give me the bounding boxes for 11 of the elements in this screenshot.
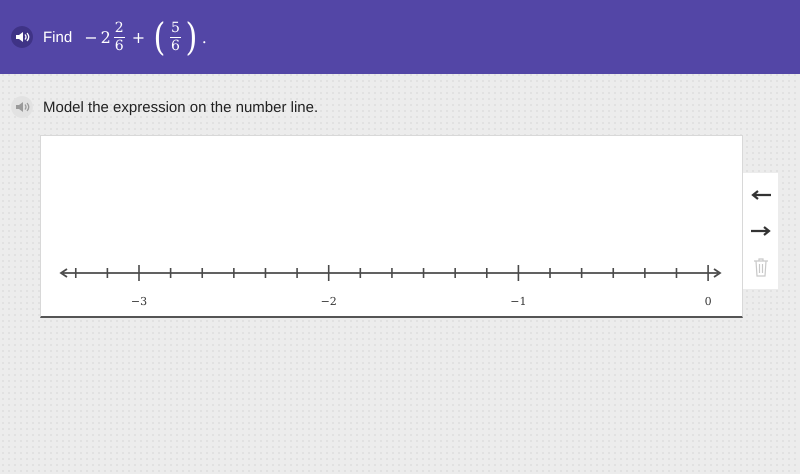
tick-label: −3 <box>130 295 148 308</box>
number-line[interactable] <box>59 265 722 281</box>
question-text: Model the expression on the number line. <box>43 98 318 116</box>
speaker-icon[interactable] <box>11 26 33 48</box>
prompt-text: Find <box>43 28 72 46</box>
trash-icon <box>752 257 768 277</box>
tick-label: −2 <box>320 295 337 308</box>
right-arrow-icon <box>750 226 772 236</box>
tick-label: −1 <box>510 295 526 308</box>
tick-label: 0 <box>704 295 712 308</box>
left-arrow-icon <box>750 190 772 200</box>
